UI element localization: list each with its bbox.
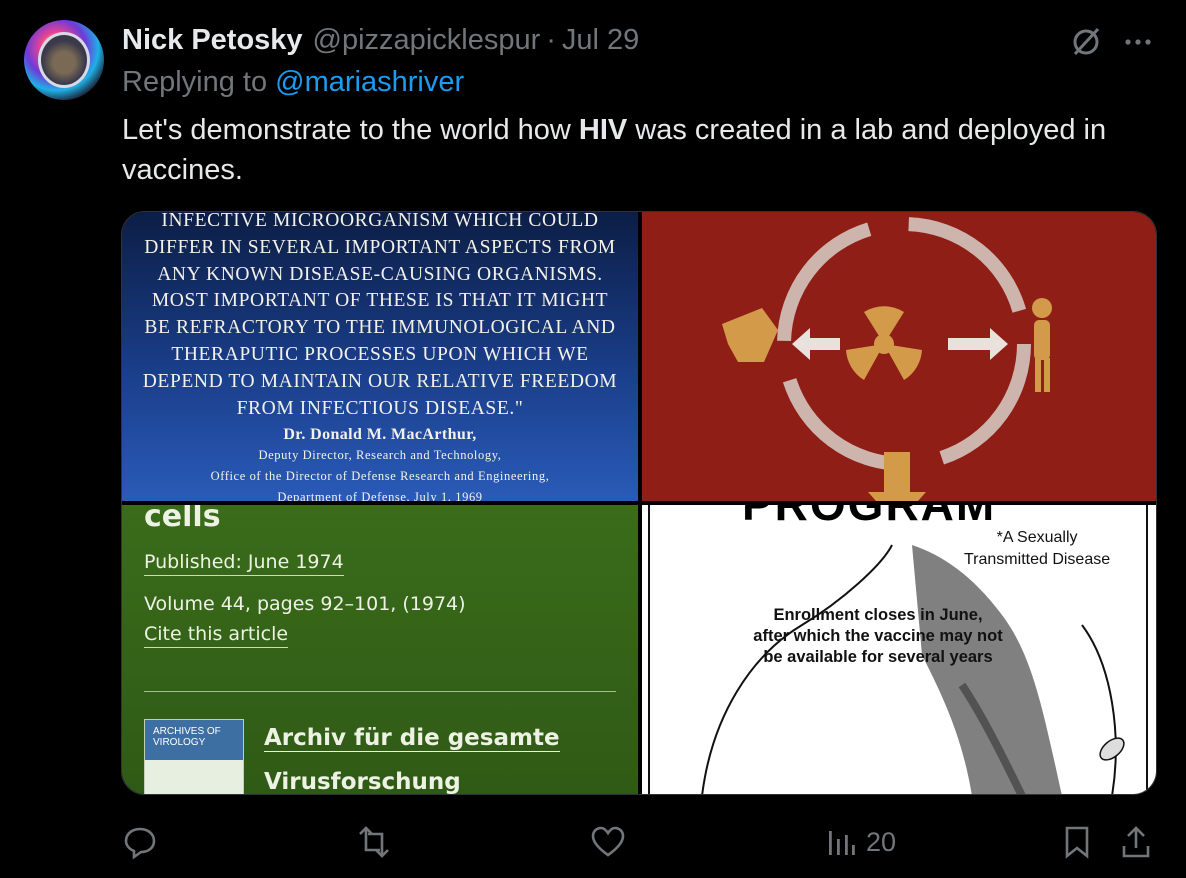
published-date-link: Published: June 1974	[144, 551, 344, 576]
media-grid: Infective microorganism which could diff…	[121, 211, 1157, 795]
like-button[interactable]	[590, 820, 626, 864]
tweet-text-part1: Let's demonstrate to the world how	[122, 114, 579, 146]
std-line2: Transmitted Disease	[964, 551, 1111, 568]
avatar[interactable]	[24, 20, 104, 100]
attribution-office: Office of the Director of Defense Resear…	[210, 469, 550, 483]
quote-line: depend to maintain our relative freedom	[142, 370, 618, 392]
separator-dot: ·	[546, 23, 556, 56]
bookmark-button[interactable]	[1062, 820, 1092, 864]
article-heading: cells	[144, 505, 221, 534]
enroll-line3: be available for several years	[763, 648, 993, 666]
std-line1: *A Sexually	[996, 529, 1078, 546]
image-vaccine-poster[interactable]: PROGRAM *A Sexually Transmitted Disease …	[642, 505, 1156, 794]
image-quote-card[interactable]: Infective microorganism which could diff…	[122, 212, 638, 501]
attribution-dept: Department of Defense, July 1, 1969	[277, 490, 483, 501]
grok-icon[interactable]	[1066, 22, 1106, 62]
poster-enrollment-note: Enrollment closes in June, after which t…	[728, 605, 1028, 668]
more-dots-svg	[1125, 39, 1151, 45]
enroll-line2: after which the vaccine may not	[753, 627, 1003, 645]
reply-button[interactable]	[122, 820, 158, 864]
enroll-line1: Enrollment closes in June,	[773, 606, 983, 624]
quote-text: Infective microorganism which could diff…	[122, 212, 638, 422]
analytics-icon	[829, 831, 855, 855]
replying-prefix: Replying to	[122, 66, 276, 98]
more-icon[interactable]	[1118, 22, 1158, 62]
repost-icon	[359, 826, 389, 858]
action-bar: 20	[0, 820, 1186, 864]
image-radiation-cycle[interactable]	[642, 212, 1156, 501]
attribution-title: Deputy Director, Research and Technology…	[258, 448, 502, 462]
repost-button[interactable]	[354, 820, 394, 864]
tweet-text: Let's demonstrate to the world how HIV w…	[122, 110, 1162, 190]
journal-title-line2: Virusforschung	[264, 769, 461, 795]
journal-cover: ARCHIVES OF VIROLOGY	[144, 719, 244, 794]
replying-to: Replying to @mariashriver	[122, 66, 464, 99]
poster-std-note: *A Sexually Transmitted Disease	[964, 527, 1110, 571]
tweet-date[interactable]: Jul 29	[562, 24, 639, 57]
cite-link: Cite this article	[144, 623, 289, 648]
reply-icon	[124, 827, 156, 860]
quote-line: theraputic processes upon which we	[171, 343, 589, 365]
attribution-name: Dr. Donald M. MacArthur,	[283, 426, 477, 443]
volume-info: Volume 44, pages 92–101, (1974)	[144, 593, 466, 615]
reply-mention-link[interactable]: @mariashriver	[275, 66, 464, 98]
tweet-text-bold: HIV	[578, 114, 628, 146]
quote-line: differ in several important aspects from	[144, 236, 616, 258]
radiation-cycle-illustration	[722, 217, 1052, 501]
bookmark-icon	[1065, 826, 1089, 859]
share-icon	[1122, 826, 1150, 858]
journal-title-line1: Archiv für die gesamte	[264, 725, 560, 752]
tweet-header: Nick Petosky @pizzapicklespur · Jul 29	[122, 22, 639, 58]
views-count: 20	[866, 826, 897, 857]
divider	[144, 691, 616, 692]
quote-line: any known disease-causing organisms.	[157, 263, 603, 285]
quote-line: from infectious disease."	[236, 397, 524, 419]
quote-line: be refractory to the immunological and	[144, 317, 616, 339]
quote-line: Most important of these is that it might	[151, 290, 609, 312]
astronaut-cat-avatar-image	[38, 32, 90, 88]
grok-icon-svg	[1073, 27, 1100, 56]
author-name[interactable]: Nick Petosky	[122, 24, 303, 57]
image-article-page[interactable]: cells Published: June 1974 Volume 44, pa…	[122, 505, 638, 795]
heart-icon	[591, 826, 625, 857]
quote-line: Infective microorganism which could	[161, 212, 599, 231]
share-button[interactable]	[1120, 820, 1152, 864]
journal-cover-label: ARCHIVES OF VIROLOGY	[145, 720, 243, 760]
views-button[interactable]: 20	[826, 820, 896, 864]
author-handle[interactable]: @pizzapicklespur	[313, 24, 541, 57]
